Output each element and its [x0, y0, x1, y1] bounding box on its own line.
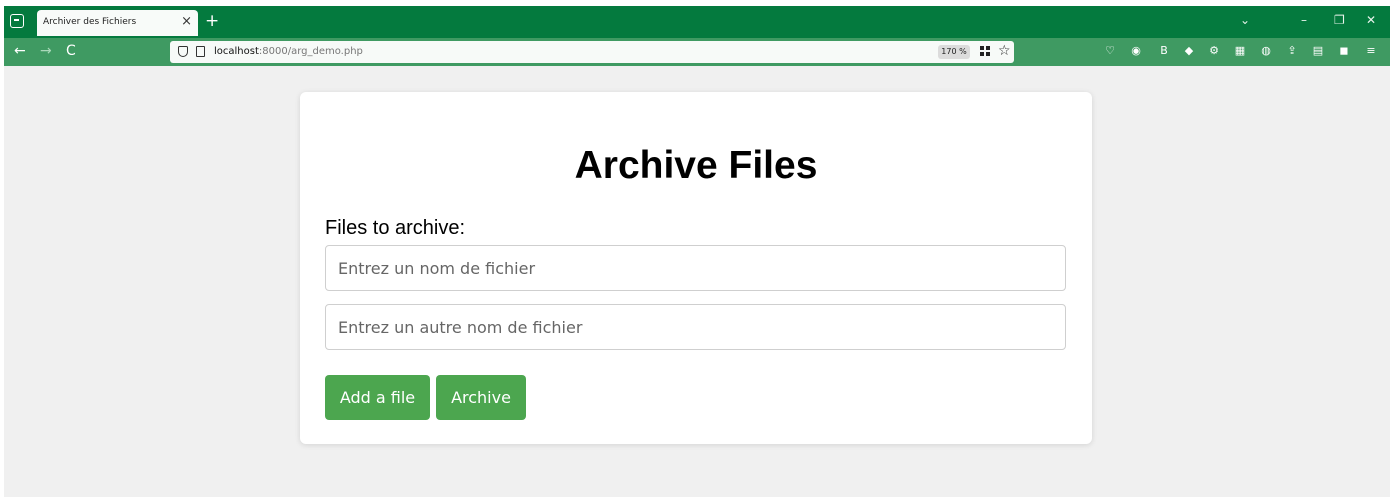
extension-grid-icon[interactable]: ▦: [1233, 44, 1247, 58]
archive-button[interactable]: Archive: [436, 375, 526, 420]
minimize-button[interactable]: –: [1301, 12, 1307, 28]
page-info-icon[interactable]: [196, 46, 205, 57]
archive-card: Archive Files Files to archive: Add a fi…: [300, 92, 1092, 444]
file-name-input-2[interactable]: [325, 304, 1066, 350]
url-text[interactable]: localhost:8000/arg_demo.php: [214, 46, 363, 57]
url-path: :8000/arg_demo.php: [258, 46, 363, 57]
account-icon[interactable]: ◉: [1129, 44, 1143, 58]
back-button[interactable]: ←: [14, 42, 26, 60]
reload-button[interactable]: C: [66, 42, 76, 60]
restore-button[interactable]: ❐: [1334, 12, 1345, 28]
bookmark-star-icon[interactable]: ☆: [998, 43, 1011, 59]
extension-diamond-icon[interactable]: ◆: [1182, 44, 1196, 58]
menu-icon[interactable]: ≡: [1364, 44, 1378, 58]
tab-bar: Archiver des Fichiers × + ⌄ – ❐ ✕: [4, 6, 1390, 38]
extension-gear-icon[interactable]: ⚙: [1207, 44, 1221, 58]
firefox-view-icon[interactable]: [10, 14, 24, 28]
burp-icon[interactable]: B: [1157, 44, 1171, 58]
tracking-protection-icon[interactable]: [178, 46, 188, 57]
zoom-level-badge[interactable]: 170 %: [938, 45, 970, 59]
reader-icon[interactable]: ▤: [1311, 44, 1325, 58]
tab-title: Archiver des Fichiers: [43, 17, 137, 27]
files-label: Files to archive:: [325, 217, 466, 239]
tab-archiver[interactable]: Archiver des Fichiers ×: [37, 10, 198, 36]
tab-close-icon[interactable]: ×: [181, 14, 192, 30]
pocket-icon[interactable]: ♡: [1103, 44, 1117, 58]
forward-button[interactable]: →: [40, 42, 52, 60]
browser-window: Archiver des Fichiers × + ⌄ – ❐ ✕ ← → C …: [4, 6, 1390, 497]
list-all-tabs-icon[interactable]: ⌄: [1240, 12, 1250, 28]
url-host: localhost: [214, 46, 259, 57]
page-title: Archive Files: [574, 144, 818, 187]
add-file-button[interactable]: Add a file: [325, 375, 430, 420]
ublock-icon[interactable]: ◼: [1337, 44, 1351, 58]
file-name-input-1[interactable]: [325, 245, 1066, 291]
address-bar[interactable]: localhost:8000/arg_demo.php 170 % ☆: [170, 41, 1014, 63]
qr-code-icon[interactable]: [980, 46, 991, 57]
navigation-bar: ← → C localhost:8000/arg_demo.php 170 % …: [4, 38, 1390, 66]
share-icon[interactable]: ⇪: [1285, 44, 1299, 58]
new-tab-button[interactable]: +: [205, 11, 219, 31]
close-window-button[interactable]: ✕: [1366, 12, 1376, 28]
extension-circle-icon[interactable]: ◍: [1259, 44, 1273, 58]
